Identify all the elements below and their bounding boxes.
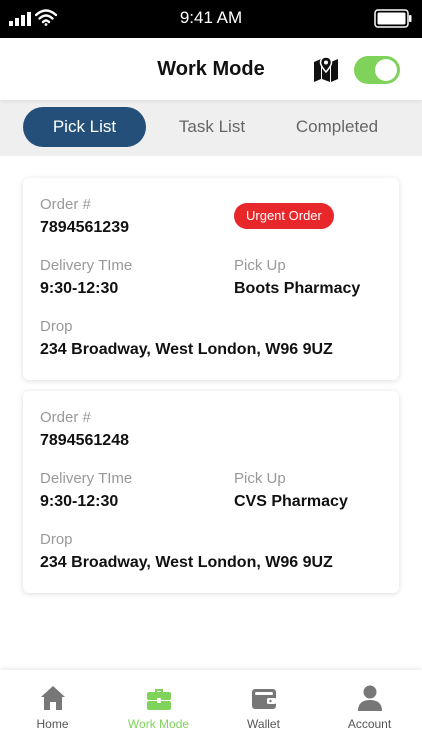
pickup-label: Pick Up	[234, 470, 286, 487]
tab-completed[interactable]: Completed	[278, 107, 396, 147]
drop-label: Drop	[40, 531, 73, 548]
home-icon	[41, 686, 65, 710]
drop-address: 234 Broadway, West London, W96 9UZ	[40, 554, 333, 571]
order-label: Order #	[40, 409, 91, 426]
urgent-badge: Urgent Order	[234, 203, 334, 229]
order-number: 7894561248	[40, 432, 129, 449]
nav-item-account[interactable]: Account	[317, 670, 422, 750]
user-icon	[358, 685, 382, 711]
nav-item-wallet[interactable]: Wallet	[211, 670, 316, 750]
delivery-time-label: Delivery TIme	[40, 257, 133, 274]
map-pin-icon[interactable]	[313, 56, 339, 82]
order-card[interactable]: Order # 7894561248 Delivery TIme 9:30-12…	[23, 391, 399, 593]
nav-item-work-mode[interactable]: Work Mode	[106, 670, 211, 750]
tab-task-list[interactable]: Task List	[160, 107, 264, 147]
order-card[interactable]: Order # 7894561239 Urgent Order Delivery…	[23, 178, 399, 380]
drop-label: Drop	[40, 318, 73, 335]
order-label: Order #	[40, 196, 91, 213]
work-mode-toggle[interactable]	[354, 56, 400, 84]
drop-address: 234 Broadway, West London, W96 9UZ	[40, 341, 333, 358]
nav-label-home: Home	[36, 717, 69, 731]
toggle-knob	[375, 59, 397, 81]
wallet-icon	[252, 689, 276, 709]
pickup-location: CVS Pharmacy	[234, 493, 348, 510]
briefcase-icon	[147, 689, 171, 710]
tab-bar: Pick List Task List Completed	[0, 100, 422, 156]
delivery-time-label: Delivery TIme	[40, 470, 133, 487]
pickup-location: Boots Pharmacy	[234, 280, 361, 297]
order-number: 7894561239	[40, 219, 129, 236]
pickup-label: Pick Up	[234, 257, 286, 274]
app-header: Work Mode	[0, 38, 422, 100]
status-bar: 9:41 AM	[0, 0, 422, 38]
status-time: 9:41 AM	[179, 8, 243, 27]
battery-icon	[374, 9, 412, 28]
nav-item-home[interactable]: Home	[0, 670, 105, 750]
nav-label-wallet: Wallet	[247, 717, 280, 731]
bottom-nav: Home Work Mode Wallet Account	[0, 670, 422, 750]
delivery-time: 9:30-12:30	[40, 493, 119, 510]
nav-label-work-mode: Work Mode	[127, 717, 190, 731]
tab-pick-list[interactable]: Pick List	[23, 107, 146, 147]
nav-label-account: Account	[347, 717, 392, 731]
delivery-time: 9:30-12:30	[40, 280, 119, 297]
